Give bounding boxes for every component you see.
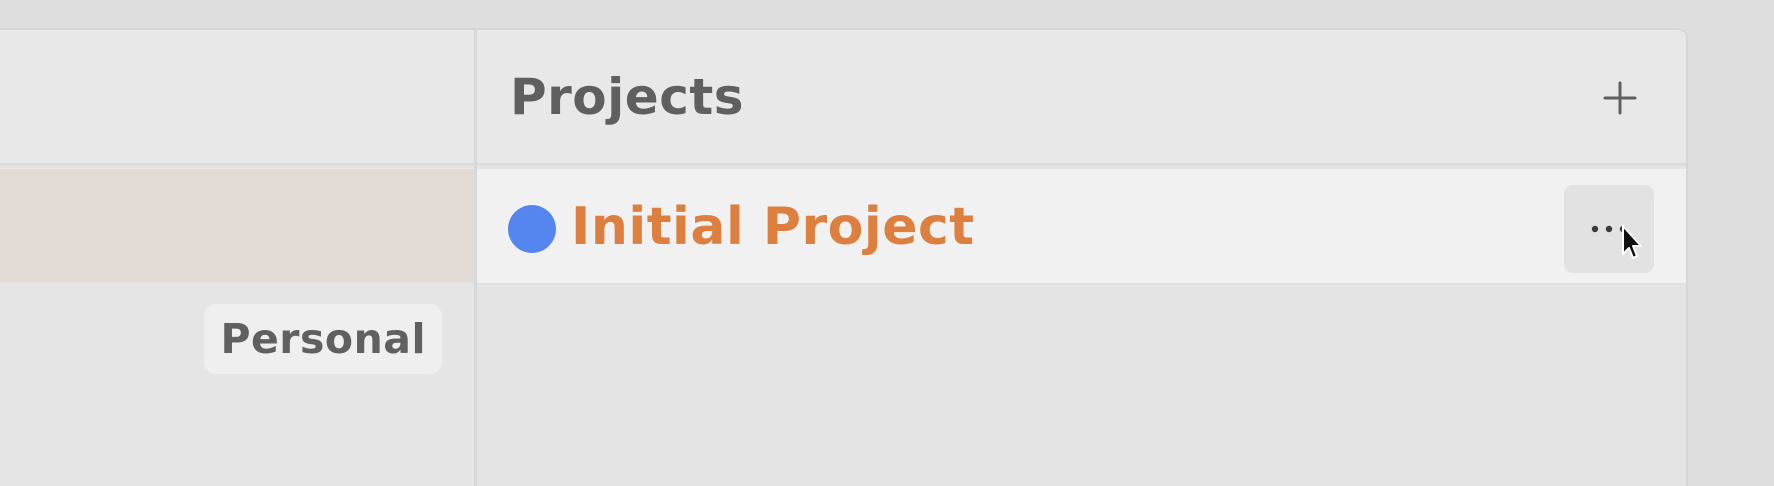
add-project-button[interactable] <box>1598 76 1642 120</box>
personal-tag-badge[interactable]: Personal <box>204 304 442 374</box>
selected-list-row[interactable] <box>0 169 474 283</box>
projects-pane: Projects Initial Project <box>477 30 1686 486</box>
app-window: Personal Projects Initial Project <box>0 28 1688 486</box>
project-row[interactable]: Initial Project <box>477 169 1686 285</box>
left-pane-header <box>0 30 474 166</box>
project-more-button[interactable] <box>1564 185 1654 273</box>
project-color-dot <box>508 205 556 253</box>
ellipsis-icon <box>1591 225 1627 233</box>
tag-label: Personal <box>220 315 426 363</box>
plus-icon <box>1603 81 1637 115</box>
project-name: Initial Project <box>571 197 975 257</box>
projects-title: Projects <box>510 68 745 126</box>
left-pane: Personal <box>0 30 474 486</box>
projects-header: Projects <box>477 30 1686 166</box>
